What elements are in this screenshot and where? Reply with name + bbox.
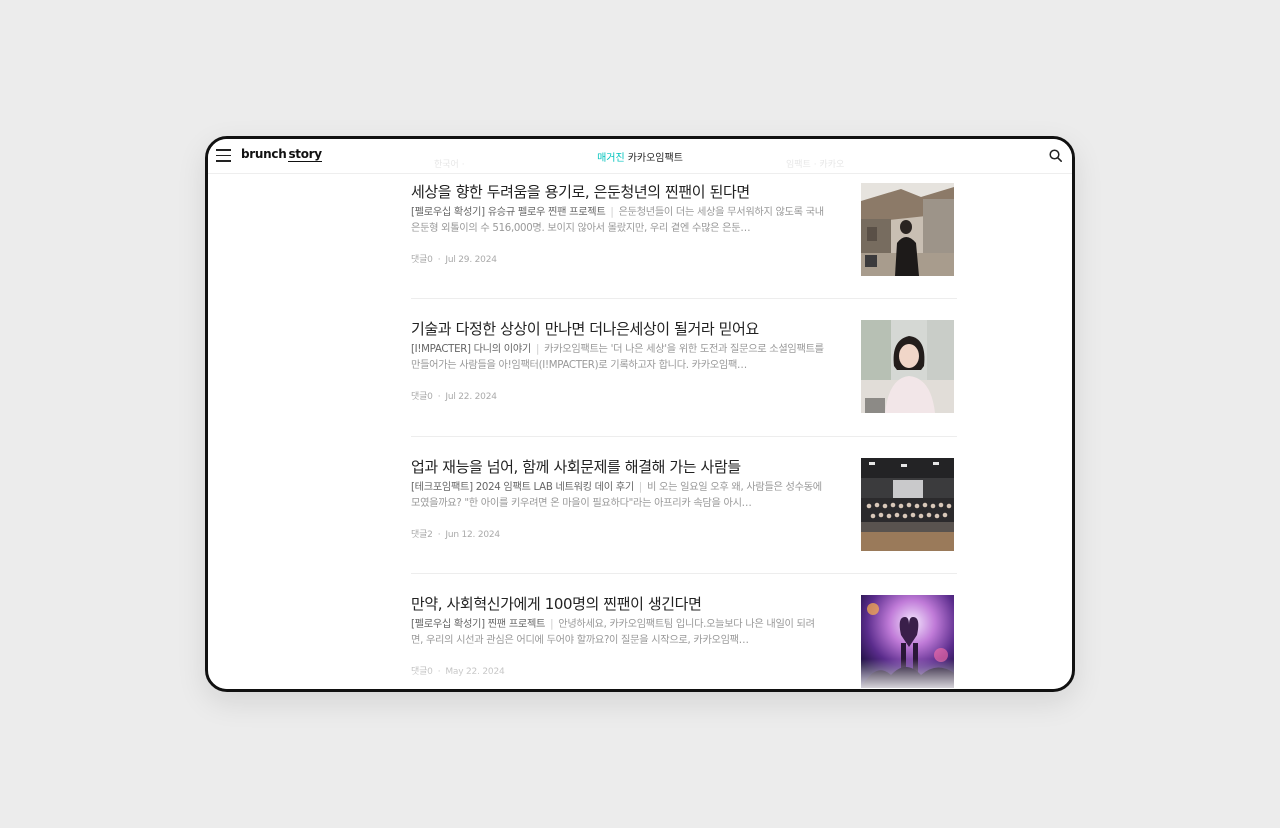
separator: |	[638, 482, 643, 493]
article-meta: 댓글0 · May 22. 2024	[411, 664, 505, 677]
article-meta: 댓글0 · Jul 22. 2024	[411, 389, 497, 402]
separator: |	[550, 619, 554, 630]
separator: |	[610, 207, 614, 218]
comment-count: 댓글0	[411, 392, 433, 402]
publish-date: Jul 22. 2024	[445, 392, 497, 402]
article-thumbnail[interactable]	[861, 183, 954, 276]
publish-date: Jul 29. 2024	[445, 255, 497, 265]
article-series-tag: [펠로우십 확성기] 유승규 펠로우 찐팬 프로젝트	[411, 207, 606, 218]
tablet-frame: brunch story 매거진 카카오임팩트 한국어 · 임팩트 · 카카오 세상…	[205, 136, 1075, 692]
meta-dot: ·	[437, 255, 441, 265]
article-thumbnail[interactable]	[861, 458, 954, 551]
magazine-title[interactable]: 매거진 카카오임팩트	[208, 149, 1072, 164]
article-excerpt[interactable]: [I!MPACTER] 다니의 이야기 | 카카오임팩트는 '더 나은 세상'을 위…	[411, 342, 825, 373]
thumbnail-portrait-photo	[861, 320, 954, 413]
article-list: 세상을 향한 두려움을 용기로, 은둔청년의 찐팬이 된다면 [펠로우십 확성기…	[411, 173, 957, 689]
article-meta: 댓글0 · Jul 29. 2024	[411, 252, 497, 265]
article-thumbnail[interactable]	[861, 320, 954, 413]
meta-dot: ·	[437, 530, 441, 540]
article-series-tag: [테크포임팩트] 2024 임팩트 LAB 네트워킹 데이 후기	[411, 482, 634, 493]
article-series-tag: [펠로우십 확성기] 찐팬 프로젝트	[411, 619, 546, 630]
publish-date: Jun 12. 2024	[445, 530, 500, 540]
comment-count: 댓글2	[411, 530, 433, 540]
faded-header-text-left: 한국어 ·	[434, 160, 465, 170]
article-excerpt[interactable]: [펠로우십 확성기] 찐팬 프로젝트 | 안녕하세요, 카카오임팩트팀 입니다.오늘…	[411, 617, 825, 648]
article-title[interactable]: 세상을 향한 두려움을 용기로, 은둔청년의 찐팬이 된다면	[411, 181, 831, 202]
article-item[interactable]: 업과 재능을 넘어, 함께 사회문제를 해결해 가는 사람들 [테크포임팩트] …	[411, 437, 957, 574]
article-excerpt[interactable]: [테크포임팩트] 2024 임팩트 LAB 네트워킹 데이 후기 | 비 오는 일요…	[411, 480, 825, 511]
publish-date: May 22. 2024	[445, 667, 505, 677]
article-item[interactable]: 만약, 사회혁신가에게 100명의 찐팬이 생긴다면 [펠로우십 확성기] 찐팬…	[411, 574, 957, 689]
thumbnail-alley-photo	[861, 183, 954, 276]
search-icon[interactable]	[1049, 149, 1062, 162]
thumbnail-group-photo	[861, 458, 954, 551]
article-title[interactable]: 기술과 다정한 상상이 만나면 더나은세상이 될거라 믿어요	[411, 318, 831, 339]
article-excerpt[interactable]: [펠로우십 확성기] 유승규 펠로우 찐팬 프로젝트 | 은둔청년들이 더는 세상을…	[411, 205, 825, 236]
article-meta: 댓글2 · Jun 12. 2024	[411, 527, 500, 540]
article-item[interactable]: 세상을 향한 두려움을 용기로, 은둔청년의 찐팬이 된다면 [펠로우십 확성기…	[411, 173, 957, 299]
thumbnail-concert-photo	[861, 595, 954, 688]
article-thumbnail[interactable]	[861, 595, 954, 688]
magazine-name: 카카오임팩트	[627, 153, 683, 164]
meta-dot: ·	[437, 392, 441, 402]
comment-count: 댓글0	[411, 255, 433, 265]
meta-dot: ·	[437, 667, 441, 677]
comment-count: 댓글0	[411, 667, 433, 677]
article-series-tag: [I!MPACTER] 다니의 이야기	[411, 344, 531, 355]
separator: |	[535, 344, 540, 355]
article-item[interactable]: 기술과 다정한 상상이 만나면 더나은세상이 될거라 믿어요 [I!MPACTE…	[411, 299, 957, 437]
top-navigation-bar: brunch story 매거진 카카오임팩트	[208, 139, 1072, 174]
article-title[interactable]: 만약, 사회혁신가에게 100명의 찐팬이 생긴다면	[411, 593, 831, 614]
faded-header-text-right: 임팩트 · 카카오	[786, 160, 845, 170]
article-title[interactable]: 업과 재능을 넘어, 함께 사회문제를 해결해 가는 사람들	[411, 456, 831, 477]
magazine-label: 매거진	[597, 153, 625, 164]
